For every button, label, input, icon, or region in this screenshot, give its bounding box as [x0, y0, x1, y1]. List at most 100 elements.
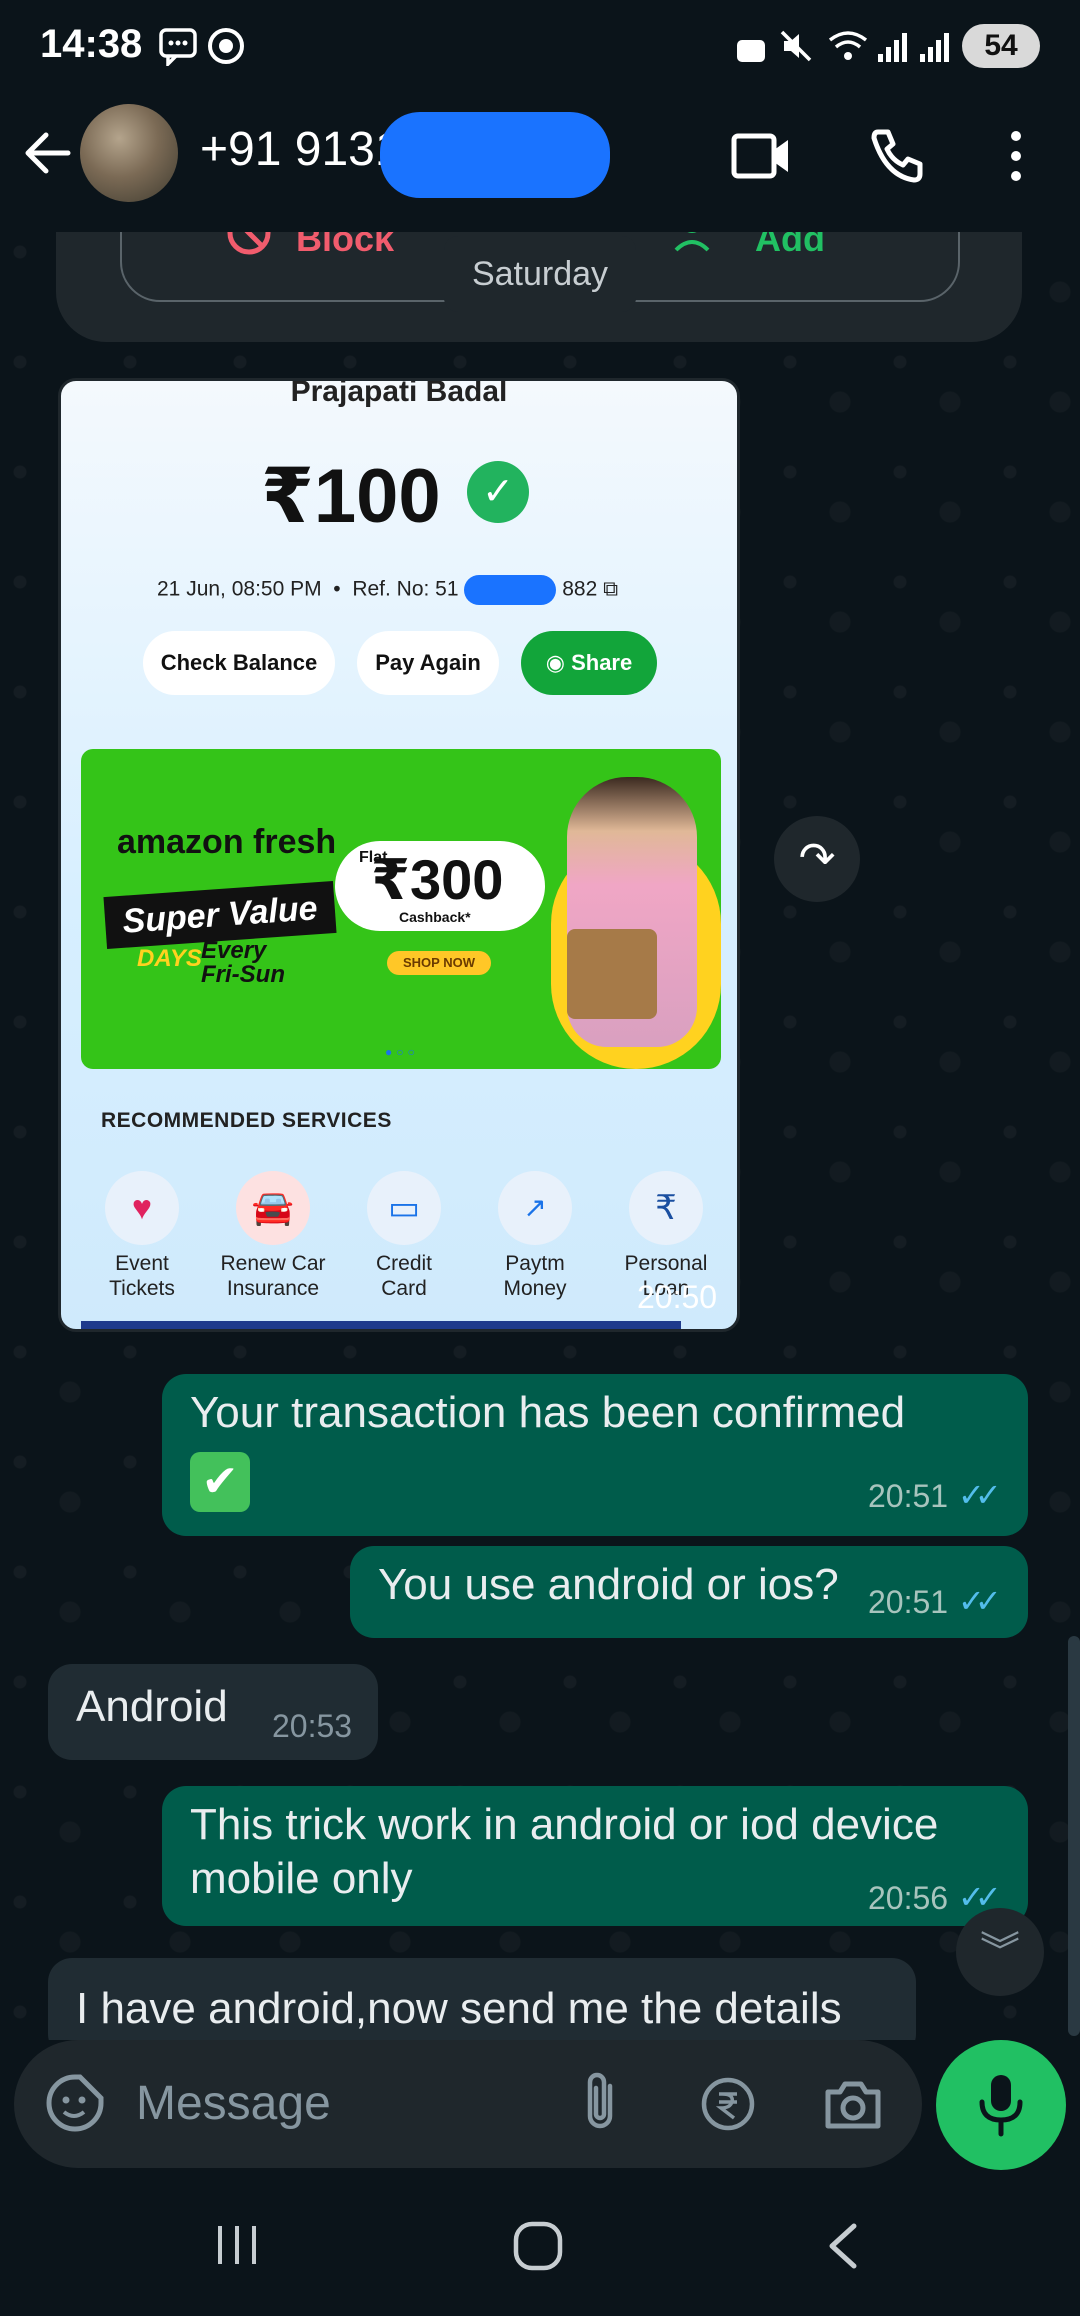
service-label: Event Tickets — [82, 1251, 202, 1301]
shop-now-button: SHOP NOW — [387, 951, 491, 975]
banner-brand: amazon fresh — [117, 823, 337, 861]
service-label-line: Credit — [375, 1252, 433, 1275]
status-time: 14:38 — [40, 22, 143, 66]
message-bubble-outgoing[interactable]: You use android or ios? 20:51 ✓✓ — [350, 1546, 1028, 1638]
event-tickets-icon: ♥ — [105, 1171, 179, 1245]
recent-apps-icon[interactable] — [214, 2222, 260, 2268]
message-bubble-incoming[interactable]: Android 20:53 — [48, 1664, 378, 1760]
block-button[interactable]: Block — [296, 232, 394, 260]
rupee-loan-icon: ₹ — [629, 1171, 703, 1245]
service-label-line: Card — [381, 1277, 427, 1300]
reference-number: Ref. No: 51 — [352, 577, 459, 601]
banner-every: Every — [201, 937, 267, 964]
mic-button[interactable] — [936, 2040, 1066, 2170]
car-insurance-icon: 🚘 — [236, 1171, 310, 1245]
service-label: Paytm Money — [475, 1251, 595, 1301]
pay-again-button: Pay Again — [357, 631, 499, 695]
message-text: Your transaction has been confirmed — [190, 1388, 906, 1437]
share-button: ◉ Share — [521, 631, 657, 695]
redaction-mark — [464, 575, 557, 605]
contact-avatar[interactable] — [80, 104, 178, 202]
carousel-dots: ●○○ — [385, 1045, 419, 1059]
payee-name: Prajapati Badal — [290, 378, 508, 408]
back-arrow-icon[interactable] — [22, 128, 72, 178]
add-contact-button[interactable]: Add — [755, 232, 825, 260]
payment-amount: ₹100 — [261, 454, 441, 539]
add-contact-icon[interactable] — [672, 232, 718, 256]
battery-level: 54 — [984, 29, 1018, 62]
home-icon[interactable] — [512, 2220, 564, 2272]
system-nav-bar — [0, 2180, 1080, 2316]
service-label: Credit Card — [344, 1251, 464, 1301]
message-time: 20:53 — [272, 1708, 353, 1744]
message-text: I have android,now send me the details — [76, 1984, 842, 2033]
credit-card-icon: ▭ — [367, 1171, 441, 1245]
check-balance-button: Check Balance — [143, 631, 335, 695]
banner-days: DAYS — [137, 945, 202, 972]
signal-icon — [878, 33, 907, 62]
voice-call-icon[interactable] — [868, 126, 926, 184]
message-time: 20:50 — [637, 1279, 718, 1315]
message-time: 20:51 — [868, 1478, 949, 1514]
service-label: Renew Car Insurance — [213, 1251, 333, 1301]
service-label-line: Money — [503, 1277, 567, 1300]
copy-icon: ⧉ — [603, 577, 619, 601]
banner-fri-sun: Fri-Sun — [201, 961, 285, 988]
transaction-date: 21 Jun, 08:50 PM — [157, 577, 322, 601]
sticker-icon[interactable] — [44, 2072, 106, 2134]
block-icon[interactable] — [226, 232, 272, 256]
scroll-thumb[interactable] — [1068, 1636, 1080, 2036]
service-label-line: Paytm — [505, 1252, 565, 1275]
stocks-icon: ↗ — [498, 1171, 572, 1245]
message-input[interactable]: Message — [136, 2076, 331, 2131]
mic-icon — [979, 2075, 1023, 2137]
service-label-line: Tickets — [109, 1277, 175, 1300]
message-notification-icon — [159, 28, 197, 66]
verified-check-icon: ✓ — [467, 461, 529, 523]
promo-banner: amazon fresh Super Value DAYS Every Fri-… — [81, 749, 721, 1069]
message-text: You use android or ios? — [378, 1560, 839, 1609]
rupee-payment-icon[interactable] — [700, 2076, 756, 2132]
signal-icon — [920, 33, 949, 62]
transaction-meta: 21 Jun, 08:50 PM • Ref. No: 51 882 ⧉ — [157, 575, 618, 605]
status-bar: 14:38 54 — [0, 0, 1080, 92]
grocery-box — [567, 929, 657, 1019]
message-bubble-incoming[interactable]: I have android,now send me the details — [48, 1958, 916, 2040]
redaction-mark — [380, 112, 610, 198]
battery-indicator: 54 — [962, 24, 1040, 68]
contact-name[interactable]: +91 9131 — [200, 122, 402, 177]
message-composer[interactable]: Message — [14, 2040, 922, 2168]
message-bubble-outgoing[interactable]: This trick work in android or iod device… — [162, 1786, 1028, 1926]
chat-header: +91 9131 — [0, 92, 1080, 232]
banner-schedule: Every Fri-Sun — [201, 939, 285, 987]
more-vert-icon[interactable] — [1004, 128, 1028, 184]
message-text: Android — [76, 1682, 228, 1731]
forward-icon[interactable]: ↷ — [774, 816, 860, 902]
back-nav-icon[interactable] — [822, 2220, 862, 2272]
check-mark-emoji: ✔ — [190, 1452, 250, 1512]
date-separator: Saturday — [444, 236, 636, 312]
offer-amount: ₹300 — [371, 848, 504, 911]
meta-separator: • — [327, 577, 353, 601]
chat-area[interactable]: Block Add Saturday Prajapati Badal ₹100 … — [0, 232, 1080, 2040]
recommended-title: RECOMMENDED SERVICES — [101, 1109, 392, 1132]
camera-icon[interactable] — [822, 2076, 884, 2132]
share-label: Share — [571, 650, 633, 675]
service-label-line: Insurance — [226, 1277, 320, 1300]
attach-icon[interactable] — [578, 2070, 622, 2134]
image-message[interactable]: Prajapati Badal ₹100 ✓ 21 Jun, 08:50 PM … — [58, 378, 740, 1332]
service-label-line: Renew Car — [220, 1252, 326, 1275]
scroll-down-chevron-icon[interactable]: ︾ — [956, 1908, 1044, 1996]
video-call-icon[interactable] — [730, 128, 792, 184]
service-label-line: Personal — [624, 1252, 708, 1275]
lock-icon — [737, 40, 765, 62]
whatsapp-icon: ◉ — [545, 650, 565, 675]
reference-number-suffix: 882 — [562, 577, 598, 601]
message-bubble-outgoing[interactable]: Your transaction has been confirmed ✔ 20… — [162, 1374, 1028, 1536]
read-ticks-icon: ✓✓ — [958, 1583, 1002, 1619]
service-label-line: Event — [115, 1252, 169, 1275]
wifi-icon — [828, 31, 868, 60]
message-time: 20:51 — [868, 1584, 949, 1620]
whatsapp-notification-icon — [208, 28, 244, 64]
message-time: 20:56 — [868, 1880, 949, 1916]
